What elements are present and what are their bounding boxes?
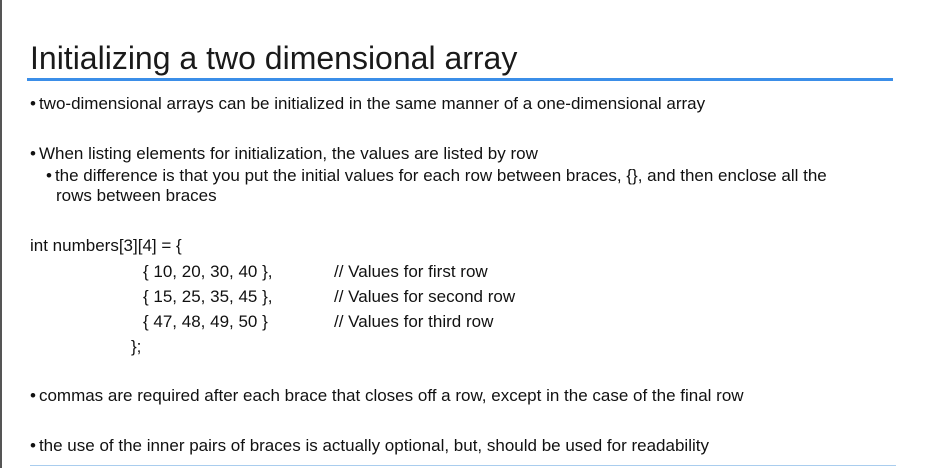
code-row-1-values: { 10, 20, 30, 40 }, xyxy=(143,262,273,281)
code-row-2-values: { 15, 25, 35, 45 }, xyxy=(143,287,273,306)
sub-bullet-text-line1: the difference is that you put the initi… xyxy=(54,166,827,185)
bullet-text-1: two-dimensional arrays can be initialize… xyxy=(38,94,706,113)
code-row-1-comment: // Values for first row xyxy=(334,262,488,281)
code-row-3-values: { 47, 48, 49, 50 } xyxy=(143,312,268,331)
code-declaration: int numbers[3][4] = { xyxy=(30,236,182,255)
sub-bullet-continuation: rows between braces xyxy=(56,186,217,205)
bullet-item-3: • commas are required after each brace th… xyxy=(30,386,744,406)
bullet-text-3: commas are required after each brace tha… xyxy=(38,386,744,405)
bullet-dot: • xyxy=(30,436,36,455)
bullet-dot: • xyxy=(46,166,52,185)
bullet-dot: • xyxy=(30,386,36,405)
slide-left-border xyxy=(0,0,2,468)
code-close-brace: }; xyxy=(131,337,142,356)
bullet-dot: • xyxy=(30,144,36,163)
bullet-text-4: the use of the inner pairs of braces is … xyxy=(38,436,709,455)
bullet-item-2: • When listing elements for initializatio… xyxy=(30,144,538,164)
code-row-3-comment: // Values for third row xyxy=(334,312,494,331)
bottom-divider xyxy=(30,465,896,466)
bullet-item-4: • the use of the inner pairs of braces is… xyxy=(30,436,709,456)
title-underline xyxy=(27,78,893,81)
bullet-text-2: When listing elements for initialization… xyxy=(38,144,538,163)
bullet-item-1: • two-dimensional arrays can be initializ… xyxy=(30,94,705,114)
code-row-2-comment: // Values for second row xyxy=(334,287,516,306)
sub-bullet-item: • the difference is that you put the init… xyxy=(46,166,827,186)
slide-title: Initializing a two dimensional array xyxy=(30,40,518,76)
bullet-dot: • xyxy=(30,94,36,113)
